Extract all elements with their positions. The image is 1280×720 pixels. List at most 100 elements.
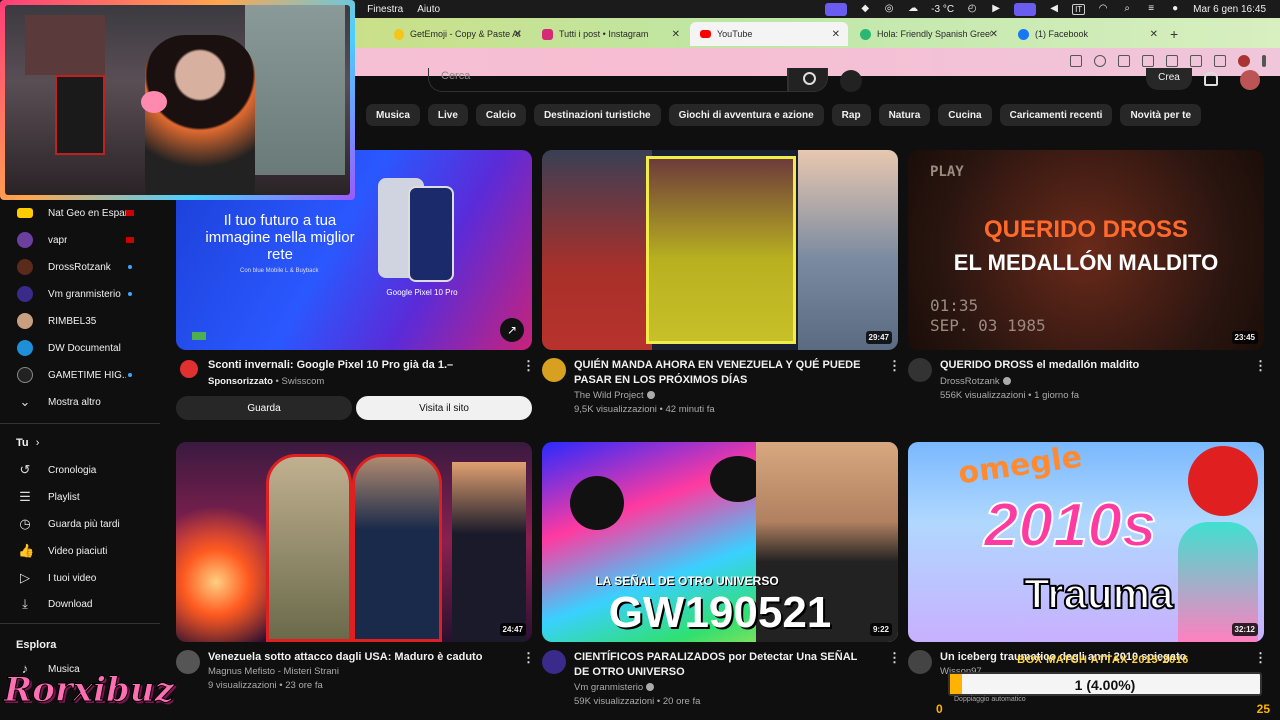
cloud-icon[interactable]: ☁ — [907, 4, 919, 14]
search-input[interactable]: Cerca — [428, 68, 788, 92]
close-icon[interactable]: ✕ — [1150, 29, 1158, 40]
gamepad-icon[interactable]: ◆ — [859, 4, 871, 14]
compass-icon[interactable]: ◴ — [966, 4, 978, 14]
more-options-icon[interactable]: ⋮ — [522, 358, 535, 374]
close-icon[interactable]: ✕ — [832, 29, 840, 40]
sidebar-item-history[interactable]: ↺ Cronologia — [0, 457, 160, 483]
avatar[interactable] — [908, 358, 932, 382]
sidebar-item-your-videos[interactable]: ▷ I tuoi video — [0, 565, 160, 591]
avatar[interactable] — [542, 358, 566, 382]
channel-name[interactable]: Magnus Mefisto - Misteri Strani — [208, 666, 339, 677]
sidebar-item-subscription[interactable]: Vm granmisterio — [0, 281, 160, 307]
sidebar-item-subscription[interactable]: DW Documental — [0, 335, 160, 361]
chip-musica[interactable]: Musica — [366, 104, 420, 126]
chip-giochi[interactable]: Giochi di avventura e azione — [668, 104, 824, 126]
close-icon[interactable]: ✕ — [990, 29, 998, 40]
avatar[interactable] — [542, 650, 566, 674]
watch-button[interactable]: Guarda — [176, 396, 352, 420]
more-options-icon[interactable]: ⋮ — [1254, 358, 1267, 374]
wifi-extra-icon[interactable]: ◎ — [883, 4, 895, 14]
reading-list-icon[interactable] — [1214, 55, 1226, 67]
window-switcher-icon[interactable] — [1014, 2, 1037, 16]
video-card[interactable]: 24:47 Venezuela sotto attacco dagli USA:… — [176, 442, 535, 712]
sidebar-item-subscription[interactable]: Nat Geo en Españ... — [0, 200, 160, 226]
menu-item-help[interactable]: Aiuto — [417, 4, 440, 15]
create-button[interactable]: Crea — [1146, 68, 1192, 90]
tab-getemoji[interactable]: GetEmoji - Copy & Paste All E ✕ — [384, 22, 530, 46]
video-title[interactable]: Sconti invernali: Google Pixel 10 Pro gi… — [208, 358, 508, 373]
screen-record-icon[interactable] — [825, 2, 848, 16]
chip-destinazioni[interactable]: Destinazioni turistiche — [533, 104, 661, 126]
tab-facebook[interactable]: (1) Facebook ✕ — [1008, 22, 1166, 46]
video-thumbnail[interactable]: PLAY QUERIDO DROSS EL MEDALLÓN MALDITO 0… — [908, 150, 1264, 350]
visit-site-button[interactable]: Visita il sito — [356, 396, 532, 420]
sidebar-icon[interactable] — [1166, 55, 1178, 67]
control-center-icon[interactable]: ≡ — [1145, 4, 1157, 14]
channel-name[interactable]: The Wild Project — [574, 390, 644, 401]
avatar[interactable] — [1240, 70, 1260, 90]
more-options-icon[interactable]: ⋮ — [888, 650, 901, 666]
close-icon[interactable]: ✕ — [514, 29, 522, 40]
tab-youtube[interactable]: YouTube ✕ — [690, 22, 848, 46]
translate-icon[interactable] — [1118, 55, 1130, 67]
new-tab-icon[interactable]: + — [1170, 26, 1178, 42]
avatar[interactable] — [908, 650, 932, 674]
chip-calcio[interactable]: Calcio — [475, 104, 526, 126]
menu-kebab-icon[interactable] — [1262, 55, 1266, 67]
link-icon[interactable] — [1142, 55, 1154, 67]
chip-novita[interactable]: Novità per te — [1120, 104, 1202, 126]
section-you[interactable]: Tu › — [16, 437, 39, 449]
sidebar-item-download[interactable]: ⤓ Download — [0, 591, 160, 617]
siri-icon[interactable]: ● — [1169, 4, 1181, 14]
tab-hola[interactable]: Hola: Friendly Spanish Greet ✕ — [850, 22, 1006, 46]
sidebar-item-subscription[interactable]: DrossRotzank — [0, 254, 160, 280]
video-thumbnail[interactable]: 24:47 — [176, 442, 532, 642]
more-options-icon[interactable]: ⋮ — [522, 650, 535, 666]
input-language[interactable]: IT — [1072, 3, 1086, 15]
sidebar-item-watch-later[interactable]: ◷ Guarda più tardi — [0, 511, 160, 537]
video-title[interactable]: QUIÉN MANDA AHORA EN VENEZUELA Y QUÉ PUE… — [574, 358, 874, 388]
channel-name[interactable]: DrossRotzank — [940, 376, 1000, 387]
microphone-icon[interactable] — [840, 70, 862, 92]
video-thumbnail[interactable]: omegle 2010s Trauma 32:12 — [908, 442, 1264, 642]
play-icon[interactable]: ▶ — [990, 4, 1002, 14]
wifi-icon[interactable]: ◠ — [1097, 4, 1109, 14]
profile-icon[interactable] — [1238, 55, 1250, 67]
video-card[interactable]: PLAY QUERIDO DROSS EL MEDALLÓN MALDITO 0… — [908, 150, 1267, 420]
more-options-icon[interactable]: ⋮ — [888, 358, 901, 374]
chip-cucina[interactable]: Cucina — [938, 104, 992, 126]
video-title[interactable]: QUERIDO DROSS el medallón maldito — [940, 358, 1240, 373]
video-card[interactable]: 29:47 QUIÉN MANDA AHORA EN VENEZUELA Y Q… — [542, 150, 901, 420]
sidebar-item-subscription[interactable]: RIMBEL35 — [0, 308, 160, 334]
chip-caricamenti-recenti[interactable]: Caricamenti recenti — [999, 104, 1113, 126]
search-icon[interactable] — [788, 68, 828, 92]
menu-item-window[interactable]: Finestra — [367, 4, 403, 15]
chip-rap[interactable]: Rap — [831, 104, 871, 126]
tab-instagram[interactable]: Tutti i post • Instagram ✕ — [532, 22, 688, 46]
notifications-bell-icon[interactable] — [1204, 72, 1218, 86]
avatar[interactable] — [176, 650, 200, 674]
external-link-icon[interactable]: ↗ — [500, 318, 524, 342]
clock[interactable]: Mar 6 gen 16:45 — [1193, 4, 1266, 15]
sidebar-item-subscription[interactable]: vapr — [0, 227, 160, 253]
sidebar-item-playlist[interactable]: ☰ Playlist — [0, 484, 160, 510]
sidebar-item-liked[interactable]: 👍 Video piaciuti — [0, 538, 160, 564]
chip-natura[interactable]: Natura — [878, 104, 931, 126]
channel-name[interactable]: Vm granmisterio — [574, 682, 643, 693]
video-thumbnail[interactable]: LA SEÑAL DE OTRO UNIVERSO GW190521 9:22 — [542, 442, 898, 642]
spotlight-search-icon[interactable]: ⌕ — [1121, 4, 1133, 14]
install-app-icon[interactable] — [1070, 55, 1082, 67]
video-thumbnail[interactable]: 29:47 — [542, 150, 898, 350]
sidebar-item-subscription[interactable]: GAMETIME HIG... — [0, 362, 160, 388]
chip-live[interactable]: Live — [427, 104, 468, 126]
show-more-button[interactable]: ⌄ Mostra altro — [0, 389, 160, 415]
video-title[interactable]: CIENTÍFICOS PARALIZADOS por Detectar Una… — [574, 650, 874, 680]
bookmark-star-icon[interactable] — [1094, 55, 1106, 67]
close-icon[interactable]: ✕ — [672, 29, 680, 40]
video-title[interactable]: Venezuela sotto attacco dagli USA: Madur… — [208, 650, 508, 665]
video-card[interactable]: LA SEÑAL DE OTRO UNIVERSO GW190521 9:22 … — [542, 442, 901, 712]
temperature[interactable]: -3 °C — [931, 4, 954, 15]
volume-icon[interactable]: ◀ — [1048, 4, 1060, 14]
advertiser-name[interactable]: Swisscom — [282, 376, 325, 387]
extensions-icon[interactable] — [1190, 55, 1202, 67]
